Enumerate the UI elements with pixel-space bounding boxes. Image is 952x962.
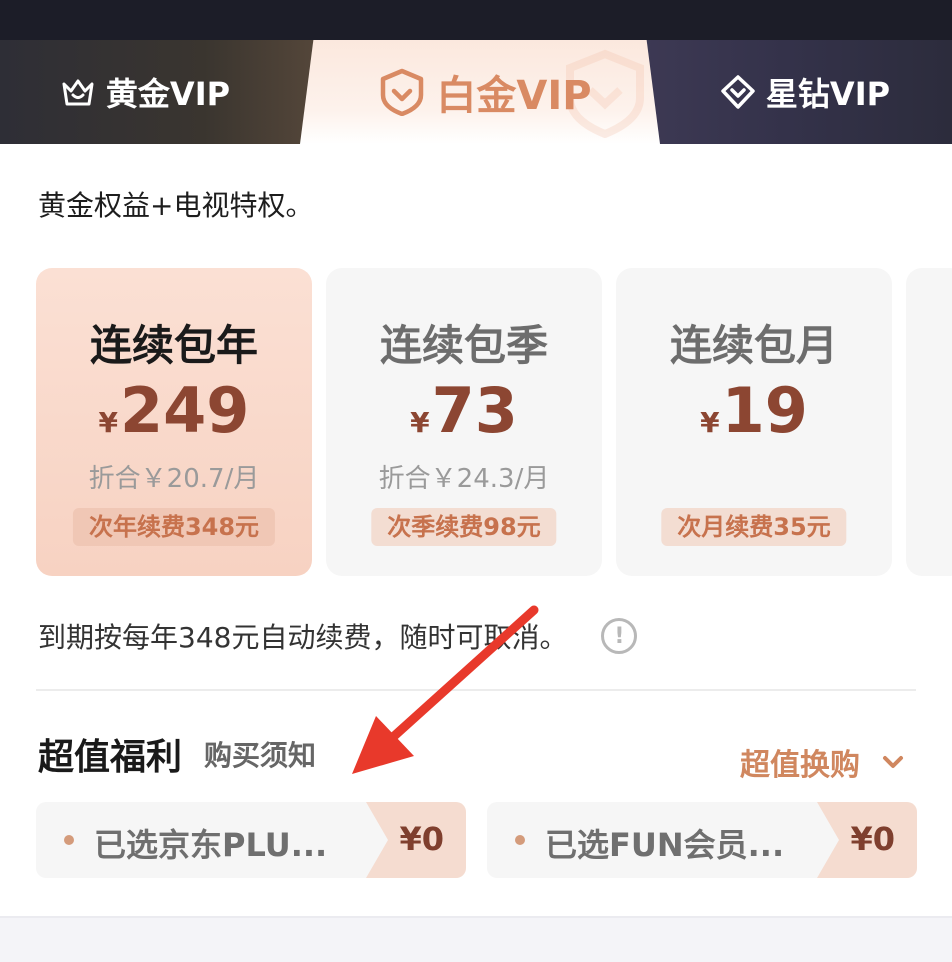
chevron-down-icon (883, 756, 903, 768)
plan-name: 连续包月 (669, 321, 838, 370)
currency-symbol: ¥ (98, 406, 119, 439)
currency-symbol: ¥ (410, 406, 430, 439)
plan-card-yearly[interactable]: 连续包年 ¥ 249 折合￥20.7/月 次年续费348元 (36, 268, 312, 576)
plan-card-monthly[interactable]: 连续包月 ¥ 19 次月续费35元 (616, 268, 892, 576)
plan-renewal-badge: 次季续费98元 (371, 508, 557, 546)
purchase-notice-link[interactable]: 购买须知 (204, 734, 316, 774)
plan-price: ¥ 73 (326, 380, 602, 442)
benefit-price: ¥0 (850, 820, 895, 858)
top-strip (0, 0, 952, 40)
plan-monthly-average: 折合￥24.3/月 (378, 464, 550, 494)
tab-gold-vip[interactable]: 黄金VIP (40, 40, 250, 144)
auto-renew-note: 到期按每年348元自动续费，随时可取消。 ! (38, 616, 638, 656)
benefit-label: 已选FUN会员... (545, 826, 785, 864)
exchange-dropdown[interactable]: 超值换购 (740, 740, 906, 784)
tier-description: 黄金权益+电视特权。 (38, 189, 314, 222)
crown-icon (62, 79, 94, 106)
plan-name: 连续包年 (89, 321, 258, 370)
bullet-dot (64, 835, 74, 845)
divider (36, 689, 916, 691)
benefit-item-fun-member[interactable]: 已选FUN会员... ¥0 (487, 802, 917, 878)
price-value: 19 (721, 374, 808, 447)
auto-renew-text: 到期按每年348元自动续费，随时可取消。 (38, 621, 568, 654)
exchange-label: 超值换购 (740, 748, 860, 783)
plan-renewal-badge: 次月续费35元 (661, 508, 847, 546)
plan-monthly-average: 折合￥20.7/月 (88, 464, 260, 494)
plan-price: ¥ 19 (616, 380, 892, 442)
currency-symbol: ¥ (700, 406, 720, 439)
plan-renewal-badge: 次年续费348元 (72, 508, 276, 546)
plan-price: ¥ 249 (36, 380, 312, 442)
bottom-divider (0, 916, 952, 918)
tab-platinum-vip[interactable]: 白金VIP (360, 40, 610, 144)
price-value: 249 (120, 374, 250, 447)
bullet-dot (515, 835, 525, 845)
info-icon[interactable]: ! (601, 618, 638, 654)
price-value: 73 (431, 374, 518, 447)
tab-label: 黄金VIP (105, 75, 231, 113)
plan-card-partial[interactable] (906, 268, 952, 576)
plan-card-quarterly[interactable]: 连续包季 ¥ 73 折合￥24.3/月 次季续费98元 (326, 268, 602, 576)
benefit-item-jd-plus[interactable]: 已选京东PLU... ¥0 (36, 802, 466, 878)
benefits-title: 超值福利 (38, 737, 183, 778)
plan-name: 连续包季 (379, 321, 548, 370)
diamond-heart-icon (721, 75, 755, 109)
bottom-strip (0, 916, 952, 962)
tab-star-diamond-vip[interactable]: 星钻VIP (700, 40, 910, 144)
tab-label: 白金VIP (436, 73, 592, 119)
benefit-price: ¥0 (399, 820, 444, 858)
benefit-label: 已选京东PLU... (94, 826, 328, 864)
tab-label: 星钻VIP (765, 75, 891, 113)
shield-heart-icon (381, 68, 424, 116)
vip-tab-bar: 黄金VIP 白金VIP 星钻VIP (0, 40, 952, 144)
